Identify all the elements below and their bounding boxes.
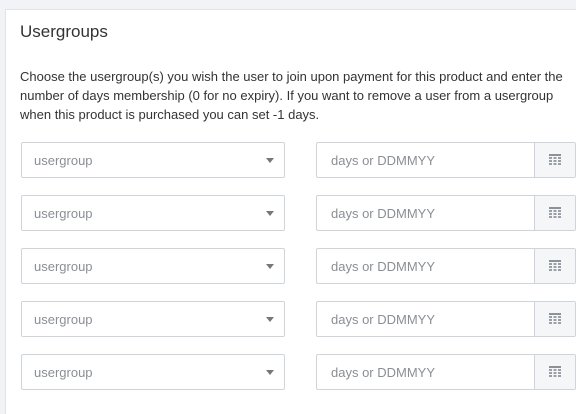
- days-input[interactable]: days or DDMMYY: [316, 248, 576, 284]
- calendar-icon: [549, 207, 561, 218]
- days-input[interactable]: days or DDMMYY: [316, 301, 576, 337]
- days-placeholder: days or DDMMYY: [331, 206, 436, 221]
- calendar-icon: [549, 260, 561, 271]
- usergroup-placeholder: usergroup: [34, 206, 93, 221]
- days-input[interactable]: days or DDMMYY: [316, 354, 576, 390]
- chevron-down-icon: [266, 317, 274, 322]
- usergroup-select[interactable]: usergroup: [21, 195, 285, 231]
- days-placeholder: days or DDMMYY: [331, 365, 436, 380]
- section-title: Usergroups: [20, 22, 108, 41]
- usergroup-select[interactable]: usergroup: [21, 142, 285, 178]
- days-placeholder: days or DDMMYY: [331, 259, 436, 274]
- usergroup-placeholder: usergroup: [34, 312, 93, 327]
- usergroup-select[interactable]: usergroup: [21, 248, 285, 284]
- days-placeholder: days or DDMMYY: [331, 312, 436, 327]
- usergroup-row: usergroup days or DDMMYY: [21, 301, 576, 337]
- usergroups-panel: Usergroups Choose the usergroup(s) you w…: [5, 9, 576, 414]
- usergroup-row: usergroup days or DDMMYY: [21, 354, 576, 390]
- calendar-button[interactable]: [534, 355, 575, 389]
- usergroup-row: usergroup days or DDMMYY: [21, 248, 576, 284]
- chevron-down-icon: [266, 158, 274, 163]
- days-input[interactable]: days or DDMMYY: [316, 195, 576, 231]
- calendar-button[interactable]: [534, 196, 575, 230]
- usergroup-row: usergroup days or DDMMYY: [21, 142, 576, 178]
- usergroup-select[interactable]: usergroup: [21, 354, 285, 390]
- calendar-icon: [549, 154, 561, 165]
- calendar-button[interactable]: [534, 302, 575, 336]
- section-description: Choose the usergroup(s) you wish the use…: [20, 69, 563, 122]
- days-input[interactable]: days or DDMMYY: [316, 142, 576, 178]
- chevron-down-icon: [266, 264, 274, 269]
- calendar-icon: [549, 366, 561, 377]
- calendar-button[interactable]: [534, 249, 575, 283]
- usergroup-placeholder: usergroup: [34, 259, 93, 274]
- usergroup-row: usergroup days or DDMMYY: [21, 195, 576, 231]
- days-placeholder: days or DDMMYY: [331, 153, 436, 168]
- chevron-down-icon: [266, 211, 274, 216]
- chevron-down-icon: [266, 370, 274, 375]
- usergroup-placeholder: usergroup: [34, 365, 93, 380]
- calendar-button[interactable]: [534, 143, 575, 177]
- usergroup-placeholder: usergroup: [34, 153, 93, 168]
- usergroup-select[interactable]: usergroup: [21, 301, 285, 337]
- calendar-icon: [549, 313, 561, 324]
